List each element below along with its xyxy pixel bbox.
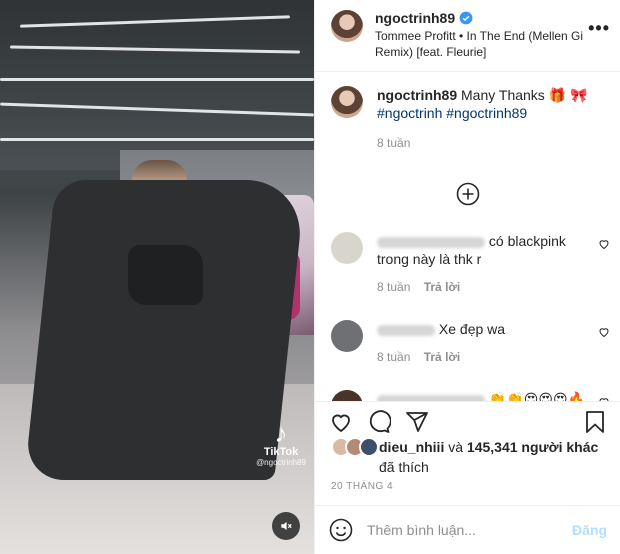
- comment-text: Xe đẹp wa: [438, 321, 506, 337]
- like-comment-button[interactable]: [598, 326, 610, 341]
- comment-time: 8 tuần: [377, 350, 411, 364]
- caption-text: Many Thanks 🎁 🎀: [461, 87, 588, 103]
- post-panel: ngoctrinh89 Tommee Profitt • In The End …: [314, 0, 620, 554]
- liker-avatar: [359, 437, 379, 457]
- smiley-icon: [329, 518, 353, 542]
- heart-icon: [332, 414, 350, 433]
- video-car-mirror: [128, 245, 203, 305]
- instagram-post-modal: ♪ TikTok @ngoctrinh89 ngoctrinh89 Tommee…: [0, 0, 620, 554]
- post-action-bar: [315, 401, 620, 441]
- post-date: 20 THÁNG 4: [331, 481, 394, 492]
- comment-input[interactable]: [367, 522, 567, 538]
- mute-button[interactable]: [272, 512, 300, 540]
- more-options-button[interactable]: •••: [588, 18, 610, 39]
- post-header: ngoctrinh89 Tommee Profitt • In The End …: [315, 0, 620, 72]
- heart-icon: [599, 328, 609, 338]
- plus-circle-icon: [456, 182, 479, 206]
- reply-button[interactable]: Trả lời: [424, 280, 461, 294]
- comment-item: Xe đẹp wa 8 tuần Trả lời: [315, 320, 620, 366]
- verified-badge-icon: [459, 11, 473, 25]
- load-more-comments-button[interactable]: [315, 182, 620, 206]
- caption-username[interactable]: ngoctrinh89: [377, 87, 457, 103]
- comment-avatar[interactable]: [331, 320, 363, 352]
- like-post-button[interactable]: [329, 410, 353, 437]
- likes-suffix: đã thích: [379, 459, 429, 475]
- post-caption: ngoctrinh89 Many Thanks 🎁 🎀 #ngoctrinh #…: [315, 72, 620, 152]
- video-ceiling: [0, 0, 314, 170]
- caption-hashtags[interactable]: #ngoctrinh #ngoctrinh89: [377, 105, 527, 121]
- likes-connector: và: [448, 439, 464, 455]
- post-video[interactable]: ♪ TikTok @ngoctrinh89: [0, 0, 314, 554]
- comment-avatar[interactable]: [331, 232, 363, 264]
- heart-icon: [599, 240, 609, 250]
- paper-plane-icon: [406, 412, 428, 432]
- comment-button[interactable]: [367, 410, 392, 437]
- comment-username-blurred[interactable]: [377, 236, 485, 248]
- share-button[interactable]: [405, 410, 429, 437]
- audio-track-link[interactable]: Tommee Profitt • In The End (Mellen Gi R…: [375, 28, 589, 60]
- caption-time: 8 tuần: [377, 136, 411, 150]
- comment-time: 8 tuần: [377, 280, 411, 294]
- add-comment-bar: Đăng: [315, 505, 620, 554]
- reply-button[interactable]: Trả lời: [424, 350, 461, 364]
- speaker-muted-icon: [281, 521, 292, 531]
- save-post-button[interactable]: [583, 410, 607, 437]
- emoji-button[interactable]: [329, 518, 353, 542]
- comment-username-blurred[interactable]: [377, 324, 435, 336]
- comment-item: có blackpink trong này là thk r 8 tuần T…: [315, 232, 620, 296]
- tiktok-watermark: ♪ TikTok @ngoctrinh89: [256, 420, 306, 467]
- bookmark-icon: [586, 411, 604, 433]
- tiktok-label: TikTok: [263, 446, 299, 458]
- liker-username[interactable]: dieu_nhiii: [379, 439, 444, 455]
- like-comment-button[interactable]: [598, 238, 610, 253]
- comment-bubble-icon: [369, 410, 392, 433]
- likes-summary: dieu_nhiii và 145,341 người khác đã thíc…: [331, 437, 611, 477]
- tiktok-icon: ♪: [274, 418, 288, 448]
- author-username[interactable]: ngoctrinh89: [375, 10, 455, 26]
- author-avatar[interactable]: [331, 10, 363, 42]
- likes-count-link[interactable]: 145,341 người khác: [467, 439, 598, 455]
- tiktok-handle: @ngoctrinh89: [256, 458, 306, 467]
- caption-author-avatar[interactable]: [331, 86, 363, 118]
- liker-avatars: [331, 437, 379, 457]
- post-comment-button[interactable]: Đăng: [572, 522, 607, 538]
